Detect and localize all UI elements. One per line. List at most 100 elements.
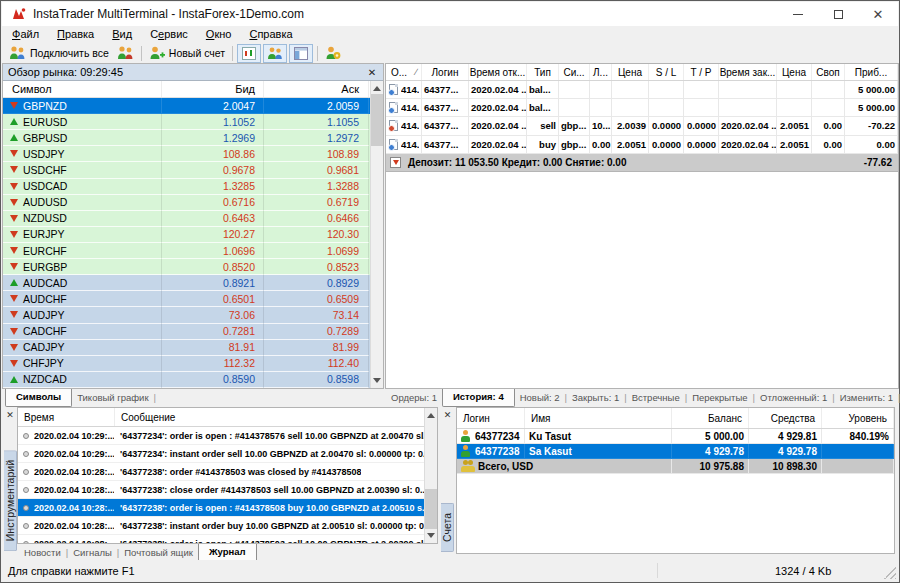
market-watch-tab-2[interactable]: Тиковый график <box>72 390 153 406</box>
market-watch-row-CADCHF[interactable]: CADCHF0.72810.7289 <box>3 324 383 340</box>
menu-Справка[interactable]: Справка <box>240 27 301 42</box>
market-watch-row-NZDCAD[interactable]: NZDCAD0.85900.8598 <box>3 372 383 388</box>
orders-col-3[interactable]: Тип <box>527 64 559 80</box>
market-watch-row-EURGBP[interactable]: EURGBP0.85200.8523 <box>3 259 383 275</box>
market-watch-row-GBPUSD[interactable]: GBPUSD1.29691.2972 <box>3 130 383 146</box>
market-watch-row-USDJPY[interactable]: USDJPY108.86108.89 <box>3 146 383 162</box>
scroll-down-icon[interactable] <box>373 378 381 383</box>
market-watch-tab-1[interactable]: Символы <box>5 389 72 407</box>
journal-scrollbar[interactable] <box>424 408 437 543</box>
journal-row-7[interactable]: 2020.02.04 10:28:...'64377238': order is… <box>18 535 437 544</box>
scroll-up-icon[interactable] <box>373 86 381 91</box>
new-account-button[interactable]: Новый счет <box>145 43 229 63</box>
toggle-accounts-button[interactable] <box>263 44 287 63</box>
orders-tab-5[interactable]: Встречные <box>627 390 685 406</box>
toggle-toolbox-button[interactable] <box>289 44 313 63</box>
accounts-close-icon[interactable]: ✕ <box>444 410 452 420</box>
scroll-up-icon[interactable] <box>427 413 435 418</box>
market-watch-row-EURCHF[interactable]: EURCHF1.06961.0699 <box>3 243 383 259</box>
bid-cell: 0.7281 <box>162 324 264 340</box>
toolbox-side-label[interactable]: Инструментарий <box>4 450 17 551</box>
account-row-64377238[interactable]: 64377238Sa Kasut4 929.784 929.78 <box>457 444 894 459</box>
orders-col-10[interactable]: Цена <box>777 64 812 80</box>
orders-col-8[interactable]: T / P <box>684 64 719 80</box>
scroll-thumb[interactable] <box>425 489 438 529</box>
toggle-market-watch-button[interactable] <box>237 44 261 63</box>
resize-grip[interactable] <box>884 567 896 579</box>
market-watch-row-EURUSD[interactable]: EURUSD1.10521.1055 <box>3 114 383 130</box>
journal-tab-3[interactable]: Почтовый ящик <box>119 545 198 561</box>
orders-col-7[interactable]: S / L <box>649 64 684 80</box>
market-watch-scrollbar[interactable] <box>370 81 383 388</box>
toolbox-close-icon[interactable]: ✕ <box>6 410 14 420</box>
scroll-down-icon[interactable] <box>427 533 435 538</box>
orders-tab-7[interactable]: Отложенный: 1 <box>755 390 832 406</box>
options-button[interactable] <box>321 43 345 63</box>
orders-tab-4[interactable]: Закрыть: 1 <box>567 390 624 406</box>
orders-col-4[interactable]: Си... <box>559 64 590 80</box>
orders-tab-2[interactable]: История: 4 <box>442 389 515 407</box>
market-watch-row-CADJPY[interactable]: CADJPY81.9181.99 <box>3 340 383 356</box>
orders-tab-8[interactable]: Изменить: 1 <box>835 390 898 406</box>
journal-tab-1[interactable]: Новости <box>19 545 66 561</box>
market-watch-row-USDCHF[interactable]: USDCHF0.96780.9681 <box>3 162 383 178</box>
orders-col-11[interactable]: Своп <box>812 64 845 80</box>
scroll-thumb[interactable] <box>371 94 384 146</box>
orders-col-5[interactable]: Л... <box>590 64 612 80</box>
menu-Файл[interactable]: Файл <box>3 27 48 42</box>
market-watch-row-AUDUSD[interactable]: AUDUSD0.67160.6719 <box>3 195 383 211</box>
order-row-3[interactable]: 414...64377...2020.02.04 ...buygbp...0.0… <box>386 136 898 154</box>
menu-Правка[interactable]: Правка <box>48 27 103 42</box>
menu-Сервис[interactable]: Сервис <box>141 27 197 42</box>
menu-Окно[interactable]: Окно <box>197 27 241 42</box>
journal-row-1[interactable]: 2020.02.04 10:29:...'64377234': order is… <box>18 427 437 445</box>
disconnect-all-button[interactable] <box>113 43 138 63</box>
orders-tab-3[interactable]: Новый: 2 <box>515 390 565 406</box>
accounts-col-Средства[interactable]: Средства <box>749 408 822 428</box>
minimize-button[interactable] <box>778 2 818 26</box>
journal-row-2[interactable]: 2020.02.04 10:29:...'64377234': instant … <box>18 445 437 463</box>
order-cell: buy <box>527 136 559 154</box>
market-watch-row-USDCAD[interactable]: USDCAD1.32851.3288 <box>3 179 383 195</box>
orders-col-12[interactable]: Приб... <box>845 64 898 80</box>
journal-row-3[interactable]: 2020.02.04 10:28:...'64377238': order #4… <box>18 463 437 481</box>
accounts-col-Уровень[interactable]: Уровень <box>822 408 894 428</box>
orders-col-9[interactable]: Время зак... <box>719 64 777 80</box>
orders-tab-1[interactable]: Ордеры: 1 <box>386 390 442 406</box>
market-watch-row-NZDUSD[interactable]: NZDUSD0.64630.6466 <box>3 211 383 227</box>
close-button[interactable]: ✕ <box>858 2 898 26</box>
market-watch-row-AUDCHF[interactable]: AUDCHF0.65010.6509 <box>3 291 383 307</box>
maximize-button[interactable] <box>818 2 858 26</box>
accounts-col-Имя[interactable]: Имя <box>525 408 672 428</box>
market-watch-row-AUDJPY[interactable]: AUDJPY73.0673.14 <box>3 307 383 323</box>
orders-col-0[interactable]: О...∕ <box>386 64 422 80</box>
order-row-1[interactable]: 414...64377...2020.02.04 ...bal...5 000.… <box>386 99 898 117</box>
orders-col-2[interactable]: Время отк... <box>469 64 527 80</box>
market-watch-close-icon[interactable]: ✕ <box>366 67 378 78</box>
market-watch-row-CHFJPY[interactable]: CHFJPY112.32112.40 <box>3 356 383 372</box>
market-watch-row-EURJPY[interactable]: EURJPY120.27120.30 <box>3 227 383 243</box>
order-row-0[interactable]: 414...64377...2020.02.04 ...bal...5 000.… <box>386 81 898 99</box>
journal-row-6[interactable]: 2020.02.04 10:28:...'64377238': instant … <box>18 517 437 535</box>
menu-Вид[interactable]: Вид <box>103 27 141 42</box>
orders-tab-6[interactable]: Перекрытые <box>687 390 752 406</box>
journal-col-message[interactable]: Сообщение <box>115 408 437 426</box>
market-watch-col-Символ[interactable]: Символ <box>3 81 162 97</box>
account-row-64377234[interactable]: 64377234Ku Tasut5 000.004 929.81840.19% <box>457 429 894 444</box>
market-watch-row-GBPNZD[interactable]: GBPNZD2.00472.0059 <box>3 98 383 114</box>
accounts-col-Баланс[interactable]: Баланс <box>672 408 749 428</box>
journal-col-time[interactable]: Время <box>18 408 115 426</box>
order-row-2[interactable]: 414...64377...2020.02.04 ...sellgbp...10… <box>386 117 898 135</box>
market-watch-col-Бид[interactable]: Бид <box>162 81 264 97</box>
journal-row-5[interactable]: 2020.02.04 10:28:...'64377238': order is… <box>18 499 437 517</box>
orders-col-6[interactable]: Цена <box>612 64 649 80</box>
ask-cell: 0.6466 <box>264 211 369 227</box>
market-watch-row-AUDCAD[interactable]: AUDCAD0.89210.8929 <box>3 275 383 291</box>
journal-tab-2[interactable]: Сигналы <box>68 545 117 561</box>
journal-row-4[interactable]: 2020.02.04 10:28:...'64377238': close or… <box>18 481 437 499</box>
market-watch-col-Аск[interactable]: Аск <box>264 81 369 97</box>
orders-col-1[interactable]: Логин <box>422 64 469 80</box>
accounts-col-Логин[interactable]: Логин <box>457 408 525 428</box>
connect-all-button[interactable]: Подключить все <box>5 43 113 63</box>
accounts-side-label[interactable]: Счета <box>441 503 454 552</box>
